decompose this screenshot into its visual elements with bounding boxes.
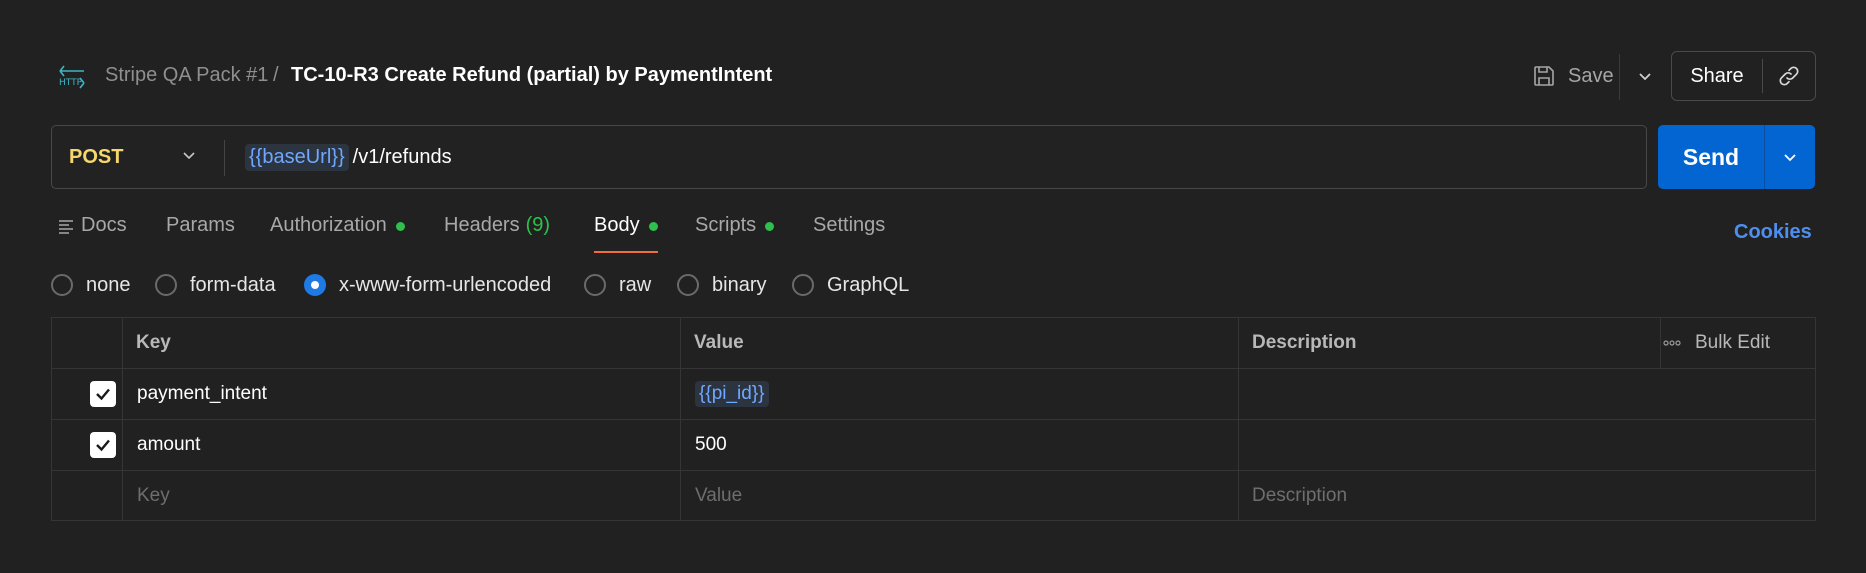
radio-label: x-www-form-urlencoded [339,273,552,296]
radio-circle [792,274,814,296]
tab-scripts[interactable]: Scripts [695,214,775,254]
chevron-down-icon [1639,73,1651,81]
radio-label: form-data [190,273,276,296]
tab-docs[interactable]: Docs [57,214,127,254]
save-icon [1534,66,1554,86]
new-key-input[interactable]: Key [137,471,170,521]
radio-label: none [86,273,131,296]
tab-body[interactable]: Body [594,214,658,254]
body-type-raw[interactable]: raw [584,272,651,298]
header-key: Key [136,332,171,353]
chevron-down-icon [183,152,195,160]
url-input[interactable]: {{baseUrl}} /v1/refunds [245,141,452,173]
tab-params[interactable]: Params [166,214,235,254]
status-dot [395,222,405,231]
method-label: POST [69,145,124,168]
http-icon: HTTP [59,65,85,89]
send-group: Send [1658,125,1815,189]
send-button[interactable]: Send [1658,125,1764,189]
tab-label: Params [166,214,235,236]
status-dot [648,222,658,231]
svg-text:HTTP: HTTP [59,78,83,88]
bulk-edit-label: Bulk Edit [1695,332,1770,353]
tab-label: Settings [813,214,886,236]
save-options-button[interactable] [1625,56,1665,96]
status-dot [765,222,775,231]
url-variable: {{baseUrl}} [245,143,349,171]
row-key[interactable]: payment_intent [137,369,267,419]
radio-label: binary [712,273,767,296]
headers-count: (9) [525,214,551,236]
tab-label: Docs [81,214,127,236]
check-icon [96,439,110,452]
column-divider [1660,318,1661,368]
tab-authorization[interactable]: Authorization [270,214,405,254]
row-checkbox[interactable] [90,432,116,458]
cookies-link[interactable]: Cookies [1734,221,1812,244]
tab-label: Authorization [270,214,387,236]
save-divider [1619,54,1620,100]
bulk-edit-button[interactable]: Bulk Edit [1663,318,1770,368]
tab-label: Body [594,214,640,236]
row-value[interactable]: {{pi_id}} [695,369,769,419]
radio-circle [584,274,606,296]
new-description-input[interactable]: Description [1252,471,1347,521]
value-variable: {{pi_id}} [695,381,769,407]
share-button[interactable]: Share [1672,65,1762,88]
request-url-bar: POST {{baseUrl}} /v1/refunds [51,125,1647,189]
body-type-graphql[interactable]: GraphQL [792,272,909,298]
body-type-binary[interactable]: binary [677,272,766,298]
radio-label: raw [619,273,652,296]
table-row: payment_intent {{pi_id}} [52,369,1815,420]
radio-circle [51,274,73,296]
radio-label: GraphQL [827,273,910,296]
copy-link-button[interactable] [1763,52,1815,100]
save-label: Save [1568,64,1614,87]
table-row-new: Key Value Description [52,471,1815,522]
header-description: Description [1252,332,1357,353]
radio-circle [155,274,177,296]
body-params-table: Key Value Description Bulk Edit payment_… [51,317,1816,521]
request-title[interactable]: TC-10-R3 Create Refund (partial) by Paym… [291,64,772,87]
table-row: amount 500 [52,420,1815,471]
tab-headers[interactable]: Headers (9) [444,214,550,254]
chevron-down-icon [1784,154,1796,162]
tab-label: Headers [444,214,520,236]
url-path: /v1/refunds [352,145,452,168]
request-header: HTTP Stripe QA Pack #1 / TC-10-R3 Create… [51,50,1816,102]
new-value-input[interactable]: Value [695,471,742,521]
share-group: Share [1671,51,1816,101]
table-header-row: Key Value Description Bulk Edit [52,318,1815,369]
link-icon [1779,66,1799,86]
method-divider [224,140,225,176]
radio-circle [677,274,699,296]
row-checkbox[interactable] [90,381,116,407]
breadcrumb-separator: / [273,64,279,86]
send-options-button[interactable] [1765,125,1815,189]
check-icon [96,388,110,401]
body-type-form-data[interactable]: form-data [155,272,276,298]
body-type-none[interactable]: none [51,272,131,298]
docs-icon [59,220,73,234]
row-value[interactable]: 500 [695,420,727,470]
more-icon [1663,340,1681,346]
breadcrumb-collection[interactable]: Stripe QA Pack #1 [105,64,268,87]
row-key[interactable]: amount [137,420,200,470]
header-value: Value [694,332,744,353]
body-type-x-www-form-urlencoded[interactable]: x-www-form-urlencoded [304,272,551,298]
method-selector[interactable]: POST [52,126,222,188]
radio-circle [304,274,326,296]
tab-settings[interactable]: Settings [813,214,885,254]
tab-label: Scripts [695,214,757,236]
